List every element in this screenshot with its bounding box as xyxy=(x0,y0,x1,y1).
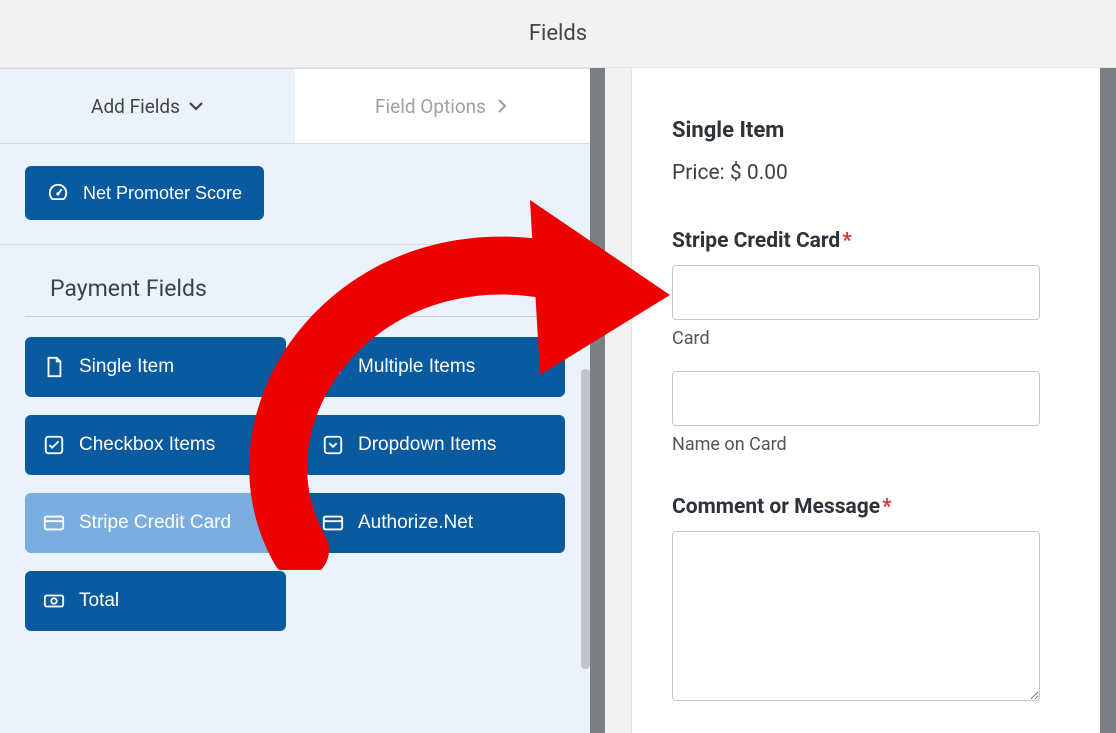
payment-fields-grid: Single Item Multiple Items Checkbox Item… xyxy=(0,317,590,641)
scroll-thumb[interactable] xyxy=(581,369,590,669)
checkbox-icon xyxy=(43,434,65,456)
name-on-card-sublabel: Name on Card xyxy=(672,434,1060,455)
sidebar-scrollbar[interactable] xyxy=(581,69,590,733)
top-bar: Fields xyxy=(0,0,1116,68)
net-promoter-score-button[interactable]: Net Promoter Score xyxy=(25,166,264,220)
form-preview: Single Item Price: $ 0.00 Stripe Credit … xyxy=(631,68,1100,733)
payment-fields-header[interactable]: Payment Fields xyxy=(25,245,565,317)
button-label: Stripe Credit Card xyxy=(79,512,231,534)
button-label: Net Promoter Score xyxy=(83,183,242,204)
dropdown-icon xyxy=(322,434,344,456)
payment-fields-section: Payment Fields Single Item Multiple Item… xyxy=(0,244,590,641)
name-on-card-input[interactable] xyxy=(672,371,1040,426)
tab-field-options[interactable]: Field Options xyxy=(295,69,590,143)
comment-label: Comment or Message* xyxy=(672,495,1060,519)
label-text: Comment or Message xyxy=(672,495,880,519)
price-line: Price: $ 0.00 xyxy=(672,161,1060,185)
credit-card-icon xyxy=(43,512,65,534)
nps-section: Net Promoter Score xyxy=(0,144,590,230)
button-label: Multiple Items xyxy=(358,356,475,378)
required-asterisk: * xyxy=(842,229,852,253)
sidebar: Add Fields Field Options Net Promoter Sc… xyxy=(0,68,590,733)
price-value: $ 0.00 xyxy=(730,161,788,185)
total-button[interactable]: Total xyxy=(25,571,286,631)
divider-strip xyxy=(590,68,605,733)
chevron-down-icon xyxy=(188,98,204,114)
comment-textarea[interactable] xyxy=(672,531,1040,701)
price-label: Price: xyxy=(672,161,725,185)
right-strip xyxy=(1100,68,1116,733)
dashboard-icon xyxy=(47,182,69,204)
stripe-credit-card-button[interactable]: Stripe Credit Card xyxy=(25,493,286,553)
checkbox-items-button[interactable]: Checkbox Items xyxy=(25,415,286,475)
money-icon xyxy=(43,590,65,612)
file-icon xyxy=(43,356,65,378)
section-title: Payment Fields xyxy=(50,275,207,302)
main-layout: Add Fields Field Options Net Promoter Sc… xyxy=(0,68,1116,733)
list-icon xyxy=(322,356,344,378)
gap-strip xyxy=(605,68,631,733)
page-title: Fields xyxy=(529,21,587,46)
label-text: Stripe Credit Card xyxy=(672,229,840,253)
button-label: Checkbox Items xyxy=(79,434,215,456)
stripe-cc-label: Stripe Credit Card* xyxy=(672,229,1060,253)
chevron-right-icon xyxy=(494,98,510,114)
button-label: Total xyxy=(79,590,119,612)
credit-card-icon xyxy=(322,512,344,534)
button-label: Dropdown Items xyxy=(358,434,496,456)
required-asterisk: * xyxy=(882,495,892,519)
multiple-items-button[interactable]: Multiple Items xyxy=(304,337,565,397)
sidebar-tabs: Add Fields Field Options xyxy=(0,69,590,144)
card-sublabel: Card xyxy=(672,328,1060,349)
tab-label: Add Fields xyxy=(91,95,180,118)
button-label: Single Item xyxy=(79,356,174,378)
tab-label: Field Options xyxy=(375,95,486,118)
authorize-net-button[interactable]: Authorize.Net xyxy=(304,493,565,553)
card-input[interactable] xyxy=(672,265,1040,320)
tab-add-fields[interactable]: Add Fields xyxy=(0,69,295,143)
single-item-button[interactable]: Single Item xyxy=(25,337,286,397)
single-item-heading: Single Item xyxy=(672,118,1060,143)
dropdown-items-button[interactable]: Dropdown Items xyxy=(304,415,565,475)
button-label: Authorize.Net xyxy=(358,512,473,534)
chevron-down-icon xyxy=(522,280,540,298)
